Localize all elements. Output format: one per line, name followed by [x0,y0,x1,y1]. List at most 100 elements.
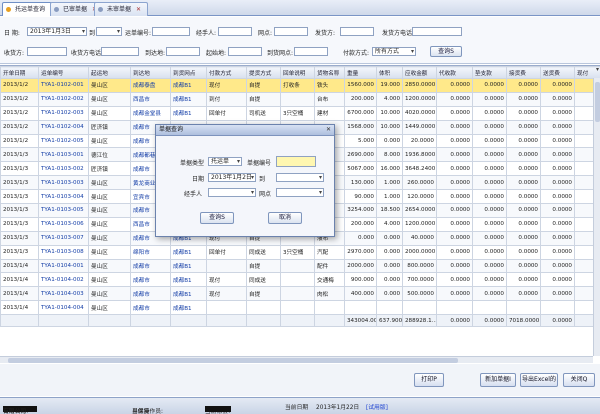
table-cell: 0.0000 [472,91,507,107]
total-cell [38,314,89,328]
dialog-date-to-picker[interactable] [276,173,324,182]
table-cell: 2013/1/3 [0,189,39,205]
column-header[interactable]: 接货费 [506,66,541,79]
dialog-cancel-button[interactable]: 取消 [268,212,302,224]
column-header[interactable]: 重量 [344,66,377,79]
query-button[interactable]: 查询S [430,46,462,57]
column-header[interactable]: 付款方式 [206,66,247,79]
close-button[interactable]: 关闭Q [563,373,595,387]
date-to-picker[interactable] [96,27,122,36]
table-cell: 汽配 [314,244,345,260]
column-header[interactable]: 到达地 [130,66,171,79]
table-row[interactable]: 2013/1/4 TYA1-0104-003 曼山区 成都市 成都B1 现付 自提 肉松 400… [0,286,600,302]
dialog-date-from-picker[interactable]: 2013年1月2日 [208,173,256,182]
date-from-picker[interactable]: 2013年1月3日 [27,27,87,36]
table-cell: 现付 [206,272,247,288]
table-cell [206,300,247,316]
table-cell: 2013/1/3 [0,147,39,163]
table-cell: 0.000 [376,272,403,288]
arrival-outlet-input[interactable] [294,47,328,56]
table-row[interactable]: 2013/1/2 TYA1-0102-002 曼山区 西昌市 成都B1 到付 自提 台布 200… [0,91,600,107]
table-cell: 0.0000 [436,258,473,274]
table-cell: 0.0000 [436,230,473,246]
table-cell: 0.0000 [540,272,575,288]
vertical-scrollbar[interactable] [593,78,600,356]
scroll-thumb[interactable] [595,82,600,122]
dialog-query-button[interactable]: 查询S [200,212,234,224]
table-cell: 0.0000 [472,147,507,163]
trial-link[interactable]: [试用版] [366,402,388,411]
table-cell: 打收条 [280,78,315,93]
total-cell: 0.0000 [436,314,473,328]
table-cell: 0.0000 [472,189,507,205]
sender-input[interactable] [340,27,374,36]
origin-input[interactable] [228,47,262,56]
column-header[interactable]: 应收金额 [402,66,437,79]
table-row[interactable]: 2013/1/4 TYA1-0104-001 曼山区 成都市 成都B1 自提 配件 2000.… [0,258,600,274]
table-cell: 0.0000 [472,286,507,302]
table-row[interactable]: 2013/1/2 TYA1-0102-003 曼山区 成都金堂县 成都B1 回单付 司机送 3… [0,105,600,121]
total-cell [88,314,131,328]
close-icon[interactable]: ✕ [136,3,141,16]
tab-waybill-query[interactable]: 托运单查询 [2,2,53,16]
column-header[interactable]: 开单日期 [0,66,39,79]
outlet-label: 网点: [258,30,273,37]
sender-phone-input[interactable] [412,27,462,36]
table-row[interactable]: 2013/1/2 TYA1-0102-001 曼山区 成都泰盘 成都B1 现付 自提 打收条铁… [0,78,600,93]
export-excel-button[interactable]: 导出Excel的 [520,373,558,387]
close-icon[interactable]: ✕ [326,125,331,135]
table-row[interactable]: 2013/1/4 TYA1-0104-004 曼山区 成都市 成都B1 [0,300,600,316]
payment-select[interactable]: 所有方式 [372,47,416,56]
column-header[interactable]: 代收款 [436,66,473,79]
doc-no-input[interactable] [276,156,316,167]
column-header[interactable]: 起运地 [88,66,131,79]
column-header[interactable]: 垫支款 [472,66,507,79]
column-header[interactable]: 货物名称 [314,66,345,79]
waybill-no-input[interactable] [152,27,190,36]
doc-type-select[interactable]: 托运单 [208,157,242,166]
column-header[interactable]: 送货费 [540,66,575,79]
print-button[interactable]: 打印P [414,373,444,387]
table-cell: 2654.0000 [402,203,437,218]
column-header[interactable]: 体积 [376,66,403,79]
table-cell: 200.000 [344,216,377,232]
total-cell: 0.0000 [472,314,507,328]
table-cell: 0.000 [376,258,403,274]
table-cell: 5067.000 [344,161,377,177]
table-cell: TYA1-0102-003 [38,105,89,121]
new-doc-button[interactable]: 新加单据I [480,373,516,387]
table-cell: 成都市 [130,272,171,288]
table-cell: 2013/1/3 [0,244,39,260]
dialog-outlet-label: 网点 [259,191,272,198]
table-cell [376,300,403,316]
table-cell: 0.0000 [540,286,575,302]
horizontal-scrollbar[interactable] [0,356,593,363]
table-cell: 500.0000 [402,286,437,302]
scroll-thumb[interactable] [8,358,458,363]
receiver-phone-input[interactable] [101,47,139,56]
table-cell: 18.500 [376,203,403,218]
column-header[interactable]: 运单编号 [38,66,89,79]
table-cell: 0.0000 [540,203,575,218]
table-cell: 0.0000 [506,105,541,121]
receiver-input[interactable] [27,47,67,56]
dialog-outlet-select[interactable] [276,188,324,197]
table-cell: 2013/1/4 [0,272,39,288]
destination-input[interactable] [166,47,200,56]
table-row[interactable]: 2013/1/3 TYA1-0103-008 曼山区 绵阳市 成都B1 回单付 同成送 3只空… [0,244,600,260]
outlet-input[interactable] [274,27,308,36]
dialog-handler-select[interactable] [208,188,256,197]
handler-input[interactable] [218,27,252,36]
table-cell: TYA1-0103-005 [38,203,89,218]
filter-panel: 日 期: 2013年1月3日 到 运单编号: 经手人: 网点: 发货方: 发货方… [0,17,600,64]
table-row[interactable]: 2013/1/4 TYA1-0104-002 曼山区 成都市 成都B1 现付 同成送 交通梅 9… [0,272,600,288]
table-cell: 0.0000 [540,119,575,135]
column-header[interactable]: 到货网点 [170,66,207,79]
table-cell: 2013/1/2 [0,91,39,107]
tab-unreviewed[interactable]: 未审单据 ✕ [94,2,148,16]
column-header[interactable]: 回单说明 [280,66,315,79]
table-cell: 800.0000 [402,258,437,274]
table-cell: 2013/1/4 [0,300,39,316]
table-cell: 成都B1 [170,91,207,107]
column-header[interactable]: 提货方式 [246,66,281,79]
